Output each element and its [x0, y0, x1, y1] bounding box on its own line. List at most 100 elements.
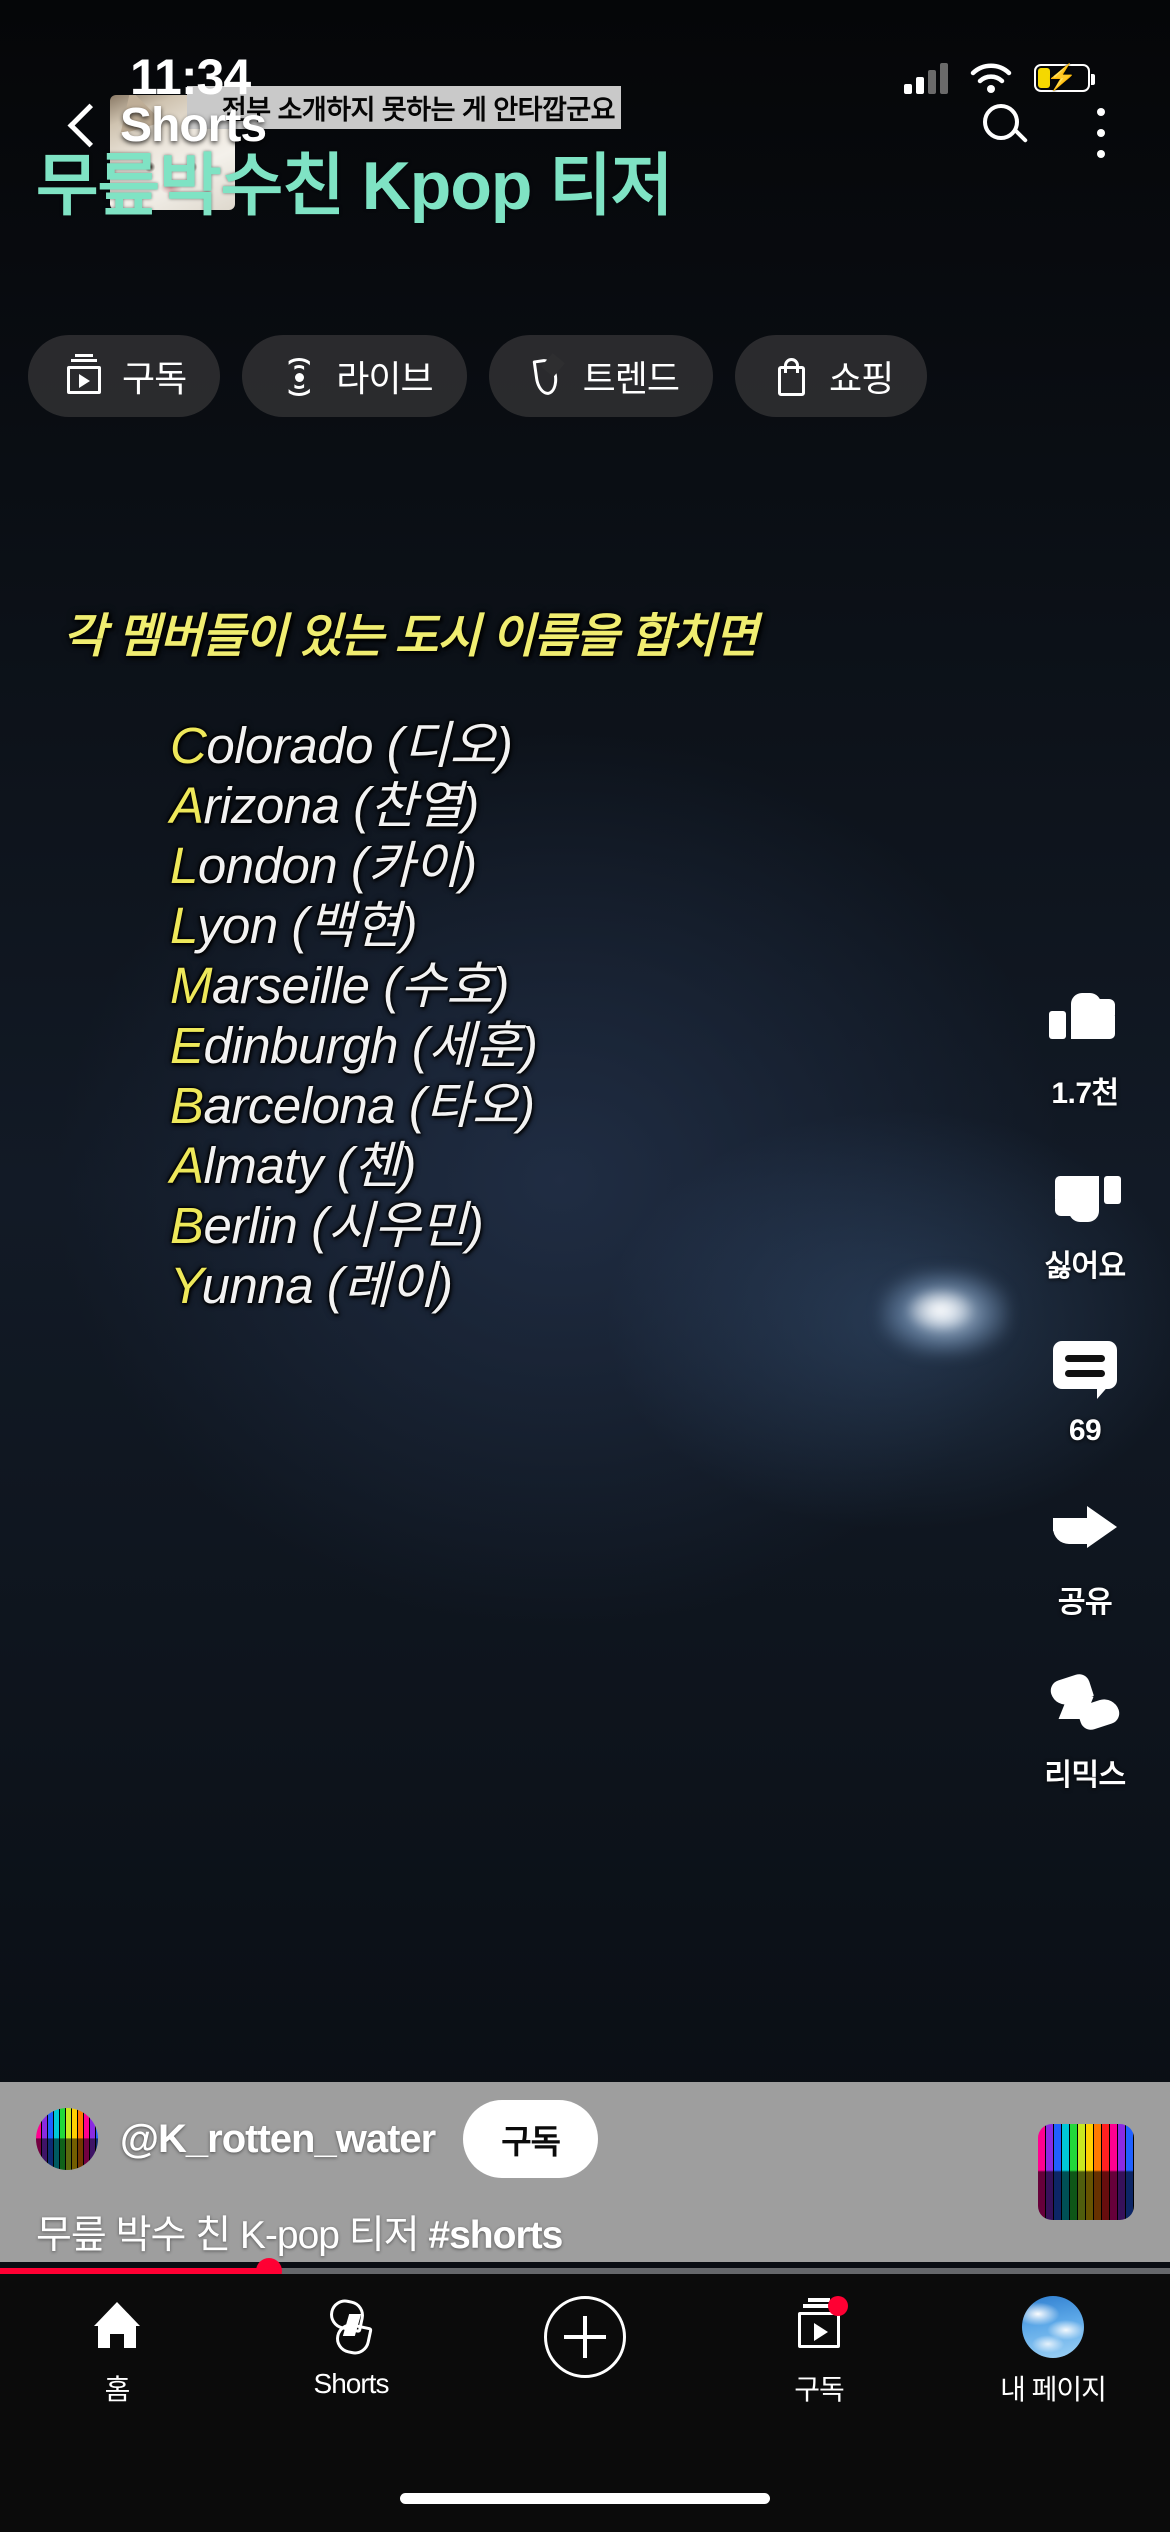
video-city-list: Colorado (디오) Arizona (찬열) London (카이) L…	[170, 720, 770, 1320]
city-list-item: Arizona (찬열)	[170, 780, 770, 831]
sound-thumbnail[interactable]	[1038, 2124, 1134, 2220]
city-korean: (레이)	[326, 1257, 453, 1314]
my-page-avatar-icon	[1022, 2296, 1084, 2358]
city-list-item: Berlin (시우민)	[170, 1200, 770, 1251]
city-rest: lmaty	[203, 1137, 324, 1194]
city-rest: unna	[201, 1257, 314, 1314]
city-list-item: Colorado (디오)	[170, 720, 770, 771]
city-rest: olorado	[206, 717, 373, 774]
city-korean: (시우민)	[311, 1197, 484, 1254]
notification-badge	[828, 2296, 848, 2316]
chip-subscriptions[interactable]: 구독	[28, 335, 221, 417]
city-korean: (첸)	[336, 1137, 417, 1194]
city-initial: A	[170, 1137, 204, 1194]
share-arrow-icon	[1049, 1494, 1121, 1566]
city-initial: M	[170, 957, 212, 1014]
city-rest: dinburgh	[203, 1017, 399, 1074]
dislike-label: 싫어요	[1044, 1250, 1126, 1283]
city-rest: erlin	[203, 1197, 298, 1254]
battery-charging-icon: ⚡	[1034, 64, 1095, 92]
chip-label: 트렌드	[582, 358, 680, 399]
video-heading-text: 각 멤버들이 있는 도시 이름을 합치면	[63, 609, 758, 662]
home-icon	[86, 2296, 148, 2358]
city-list-item: Yunna (레이)	[170, 1260, 770, 1311]
subscribe-button[interactable]: 구독	[463, 2100, 598, 2178]
chip-live[interactable]: 라이브	[242, 335, 467, 417]
city-list-item: London (카이)	[170, 840, 770, 891]
city-korean: (백현)	[291, 897, 418, 954]
nav-label: 내 페이지	[1000, 2374, 1107, 2405]
city-initial: E	[170, 1017, 204, 1074]
share-label: 공유	[1057, 1586, 1113, 1619]
city-korean: (카이)	[350, 837, 477, 894]
city-rest: arseille	[211, 957, 370, 1014]
chip-trending[interactable]: 트렌드	[488, 335, 713, 417]
city-rest: yon	[196, 897, 278, 954]
city-initial: B	[170, 1077, 204, 1134]
city-list-item: Barcelona (타오)	[170, 1080, 770, 1131]
chip-label: 구독	[122, 358, 187, 399]
subscriptions-icon	[788, 2296, 850, 2358]
chip-shopping[interactable]: 쇼핑	[735, 335, 928, 417]
thumbs-down-icon	[1049, 1158, 1121, 1230]
city-list-item: Marseille (수호)	[170, 960, 770, 1011]
live-broadcast-icon	[276, 354, 320, 398]
video-light-flare-core	[905, 1288, 975, 1332]
like-count: 1.7천	[1051, 1077, 1119, 1110]
channel-avatar[interactable]	[36, 2108, 98, 2170]
comment-bubble-icon	[1049, 1331, 1121, 1403]
city-list-item: Edinburgh (세훈)	[170, 1020, 770, 1071]
city-korean: (타오)	[408, 1077, 535, 1134]
city-list-item: Almaty (첸)	[170, 1140, 770, 1191]
nav-item-subscriptions[interactable]: 구독	[729, 2296, 909, 2408]
city-initial: Y	[170, 1257, 202, 1314]
nav-item-home[interactable]: 홈	[27, 2296, 207, 2408]
shorts-screen: 각 멤버들이 있는 도시 이름을 합치면 Colorado (디오) Arizo…	[0, 0, 1170, 2532]
nav-item-create[interactable]	[495, 2296, 675, 2388]
remix-button[interactable]: 리믹스	[1000, 1667, 1170, 1794]
city-rest: arcelona	[203, 1077, 396, 1134]
nav-item-shorts[interactable]: Shorts	[261, 2296, 441, 2400]
share-button[interactable]: 공유	[1000, 1494, 1170, 1621]
status-indicators: ⚡	[904, 62, 1095, 94]
video-title-text: 무릎 박수 친 K-pop 티저	[36, 2214, 429, 2257]
city-korean: (세훈)	[411, 1017, 538, 1074]
remix-label: 리믹스	[1044, 1759, 1126, 1792]
channel-row: @K_rotten_water 구독	[36, 2100, 1134, 2178]
channel-handle[interactable]: @K_rotten_water	[120, 2117, 436, 2162]
nav-item-my-page[interactable]: 내 페이지	[963, 2296, 1143, 2408]
city-initial: B	[170, 1197, 204, 1254]
status-time: 11:34	[130, 49, 251, 105]
city-initial: C	[170, 717, 207, 774]
city-initial: L	[170, 837, 198, 894]
city-rest: rizona	[203, 777, 340, 834]
trending-flame-icon	[523, 352, 567, 398]
action-rail: 1.7천 싫어요 69 공유 리믹스	[1000, 985, 1170, 1840]
city-initial: A	[170, 777, 204, 834]
subscriptions-icon	[62, 354, 106, 398]
video-title[interactable]: 무릎 박수 친 K-pop 티저 #shorts	[36, 2204, 1134, 2260]
wifi-icon	[970, 63, 1012, 93]
dislike-button[interactable]: 싫어요	[1000, 1158, 1170, 1285]
city-korean: (디오)	[386, 717, 513, 774]
city-korean: (찬열)	[353, 777, 479, 834]
like-button[interactable]: 1.7천	[1000, 985, 1170, 1112]
nav-label: 홈	[104, 2374, 131, 2405]
home-indicator	[400, 2493, 770, 2504]
video-meta-panel: @K_rotten_water 구독 무릎 박수 친 K-pop 티저 #sho…	[0, 2082, 1170, 2262]
cellular-signal-icon	[904, 62, 948, 94]
category-chip-row[interactable]: 구독 라이브 트렌드 쇼핑	[0, 330, 1170, 422]
nav-label: 구독	[794, 2374, 845, 2405]
city-rest: ondon	[197, 837, 338, 894]
comment-count: 69	[1068, 1414, 1102, 1447]
city-korean: (수호)	[383, 957, 510, 1014]
shopping-bag-icon	[769, 354, 813, 398]
video-title-hashtag[interactable]: #shorts	[428, 2214, 563, 2257]
create-plus-icon	[544, 2296, 626, 2378]
nav-label: Shorts	[313, 2368, 390, 2399]
shorts-icon	[320, 2296, 382, 2358]
thumbs-up-icon	[1049, 985, 1121, 1057]
comments-button[interactable]: 69	[1000, 1331, 1170, 1448]
city-list-item: Lyon (백현)	[170, 900, 770, 951]
city-initial: L	[170, 897, 197, 954]
